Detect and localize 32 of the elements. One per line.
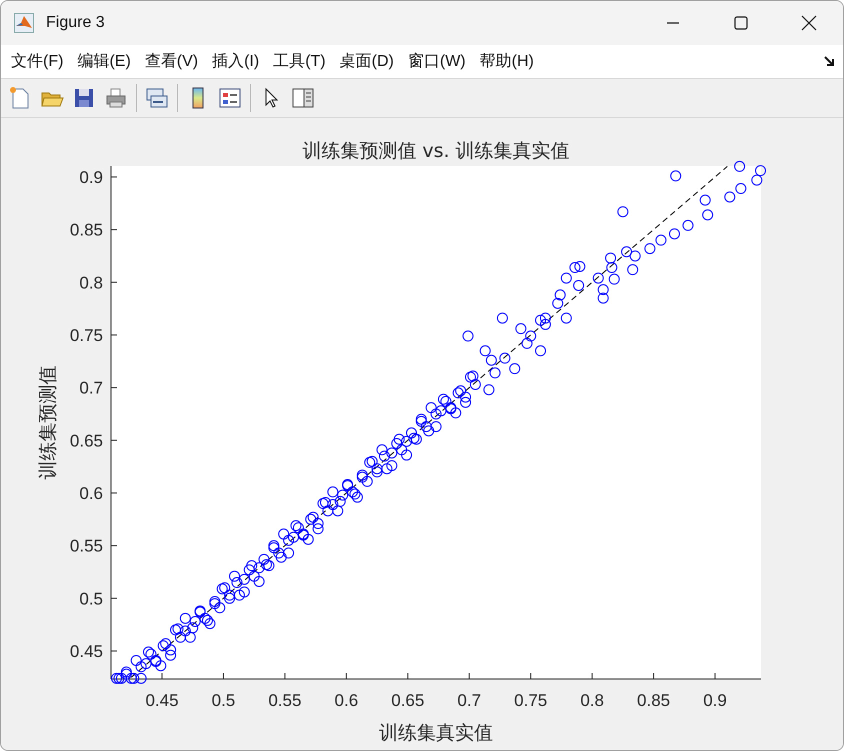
tick-label: 0.9: [703, 691, 727, 710]
menu-item[interactable]: 文件(F): [4, 48, 70, 76]
tick-label: 0.85: [70, 220, 103, 240]
y-axis-label: 训练集预测值: [37, 366, 59, 480]
chart-title: 训练集预测值 vs. 训练集真实值: [302, 140, 570, 162]
tick-label: 0.7: [457, 691, 482, 710]
tick-label: 0.85: [637, 691, 670, 710]
menu-item[interactable]: 插入(I): [205, 48, 266, 76]
menu-item[interactable]: 编辑(E): [70, 48, 138, 76]
window-title: Figure 3: [46, 14, 105, 32]
tick-label: 0.7: [79, 378, 103, 398]
menu-item[interactable]: 查看(V): [138, 48, 206, 76]
menu-item[interactable]: 帮助(H): [472, 48, 541, 76]
tick-label: 0.8: [79, 273, 103, 292]
tick-label: 0.65: [70, 431, 103, 450]
tick-label: 0.45: [145, 691, 179, 710]
tick-label: 0.5: [79, 589, 103, 608]
x-axis-label: 训练集真实值: [379, 722, 493, 744]
tick-label: 0.5: [212, 691, 236, 710]
tick-label: 0.6: [79, 484, 103, 503]
tick-label: 0.65: [391, 691, 424, 710]
menu-item[interactable]: 窗口(W): [400, 48, 473, 76]
tick-label: 0.75: [514, 691, 548, 710]
tick-label: 0.55: [70, 536, 103, 556]
tick-label: 0.8: [580, 691, 604, 710]
menu-item[interactable]: 桌面(D): [332, 48, 401, 76]
tick-label: 0.9: [79, 168, 103, 187]
tick-label: 0.45: [70, 642, 103, 661]
tick-label: 0.75: [70, 326, 103, 345]
tick-label: 0.55: [268, 691, 302, 710]
tick-label: 0.6: [334, 691, 358, 710]
menu-item[interactable]: 工具(T): [266, 48, 333, 76]
